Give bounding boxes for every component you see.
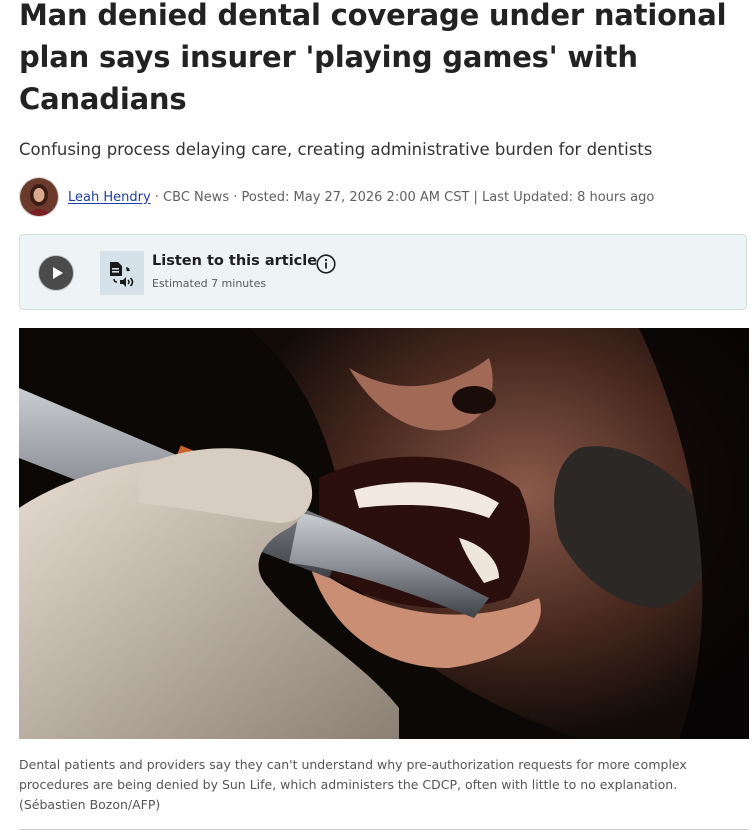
caption-text: Dental patients and providers say they c… (19, 757, 687, 792)
author-avatar[interactable] (19, 177, 59, 217)
byline-meta: Leah Hendry · CBC News · Posted: May 27,… (68, 190, 654, 205)
byline: Leah Hendry · CBC News · Posted: May 27,… (19, 177, 744, 217)
article-hero-image (19, 328, 749, 739)
author-link[interactable]: Leah Hendry (68, 190, 151, 205)
play-button[interactable] (38, 255, 74, 291)
info-icon[interactable] (316, 254, 336, 274)
article-deck: Confusing process delaying care, creatin… (19, 140, 653, 159)
listen-to-article-panel: Listen to this article Estimated 7 minut… (19, 234, 747, 310)
byline-source: · CBC News · Posted: May 27, 2026 2:00 A… (150, 189, 655, 205)
photo-credit: (Sébastien Bozon/AFP) (19, 797, 161, 812)
text-to-speech-icon (100, 251, 144, 295)
article-headline: Man denied dental coverage under nationa… (19, 0, 727, 116)
listen-estimate: Estimated 7 minutes (152, 277, 267, 290)
image-caption: Dental patients and providers say they c… (19, 755, 731, 815)
listen-title: Listen to this article (152, 253, 318, 269)
section-divider (19, 829, 749, 830)
